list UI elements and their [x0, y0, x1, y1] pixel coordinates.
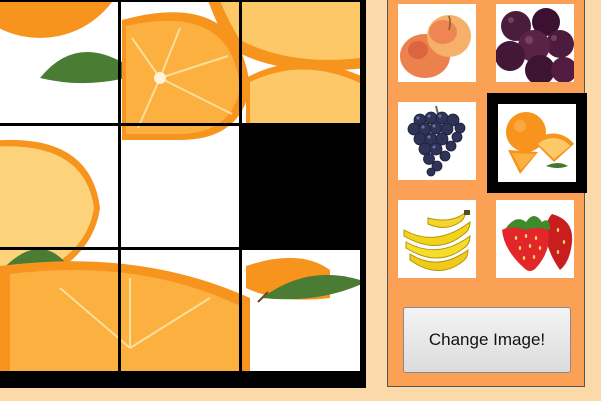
orange-image-fragment: [121, 250, 239, 371]
grapes-icon: [398, 102, 476, 180]
puzzle-tile[interactable]: [121, 250, 239, 371]
puzzle-tile[interactable]: [242, 250, 360, 371]
puzzle-tile[interactable]: [0, 2, 118, 123]
orange-icon: [498, 104, 576, 182]
puzzle-tile[interactable]: [0, 250, 118, 371]
orange-image-fragment: [0, 250, 118, 371]
puzzle-board: [0, 0, 366, 388]
orange-image-fragment: [121, 126, 239, 247]
gallery-thumb-bananas[interactable]: [398, 200, 476, 278]
peach-icon: [398, 4, 476, 82]
gallery-thumb-peaches[interactable]: [398, 4, 476, 82]
gallery-thumb-plums[interactable]: [496, 4, 574, 82]
puzzle-empty-slot[interactable]: [242, 126, 360, 247]
banana-icon: [398, 200, 476, 278]
puzzle-tile[interactable]: [121, 2, 239, 123]
strawberry-icon: [496, 200, 574, 278]
puzzle-tile[interactable]: [121, 126, 239, 247]
gallery-thumb-strawberries[interactable]: [496, 200, 574, 278]
plum-icon: [496, 4, 574, 82]
gallery-thumb-orange[interactable]: [487, 93, 587, 193]
puzzle-tile[interactable]: [0, 126, 118, 247]
gallery-thumb-grapes[interactable]: [398, 102, 476, 180]
image-gallery-panel: Change Image!: [387, 0, 587, 387]
change-image-button[interactable]: Change Image!: [403, 307, 571, 373]
orange-image-fragment: [242, 250, 360, 371]
puzzle-tile[interactable]: [242, 2, 360, 123]
orange-image-fragment: [121, 2, 239, 123]
orange-image-fragment: [0, 2, 118, 123]
orange-image-fragment: [0, 126, 118, 247]
orange-image-fragment: [242, 2, 360, 123]
